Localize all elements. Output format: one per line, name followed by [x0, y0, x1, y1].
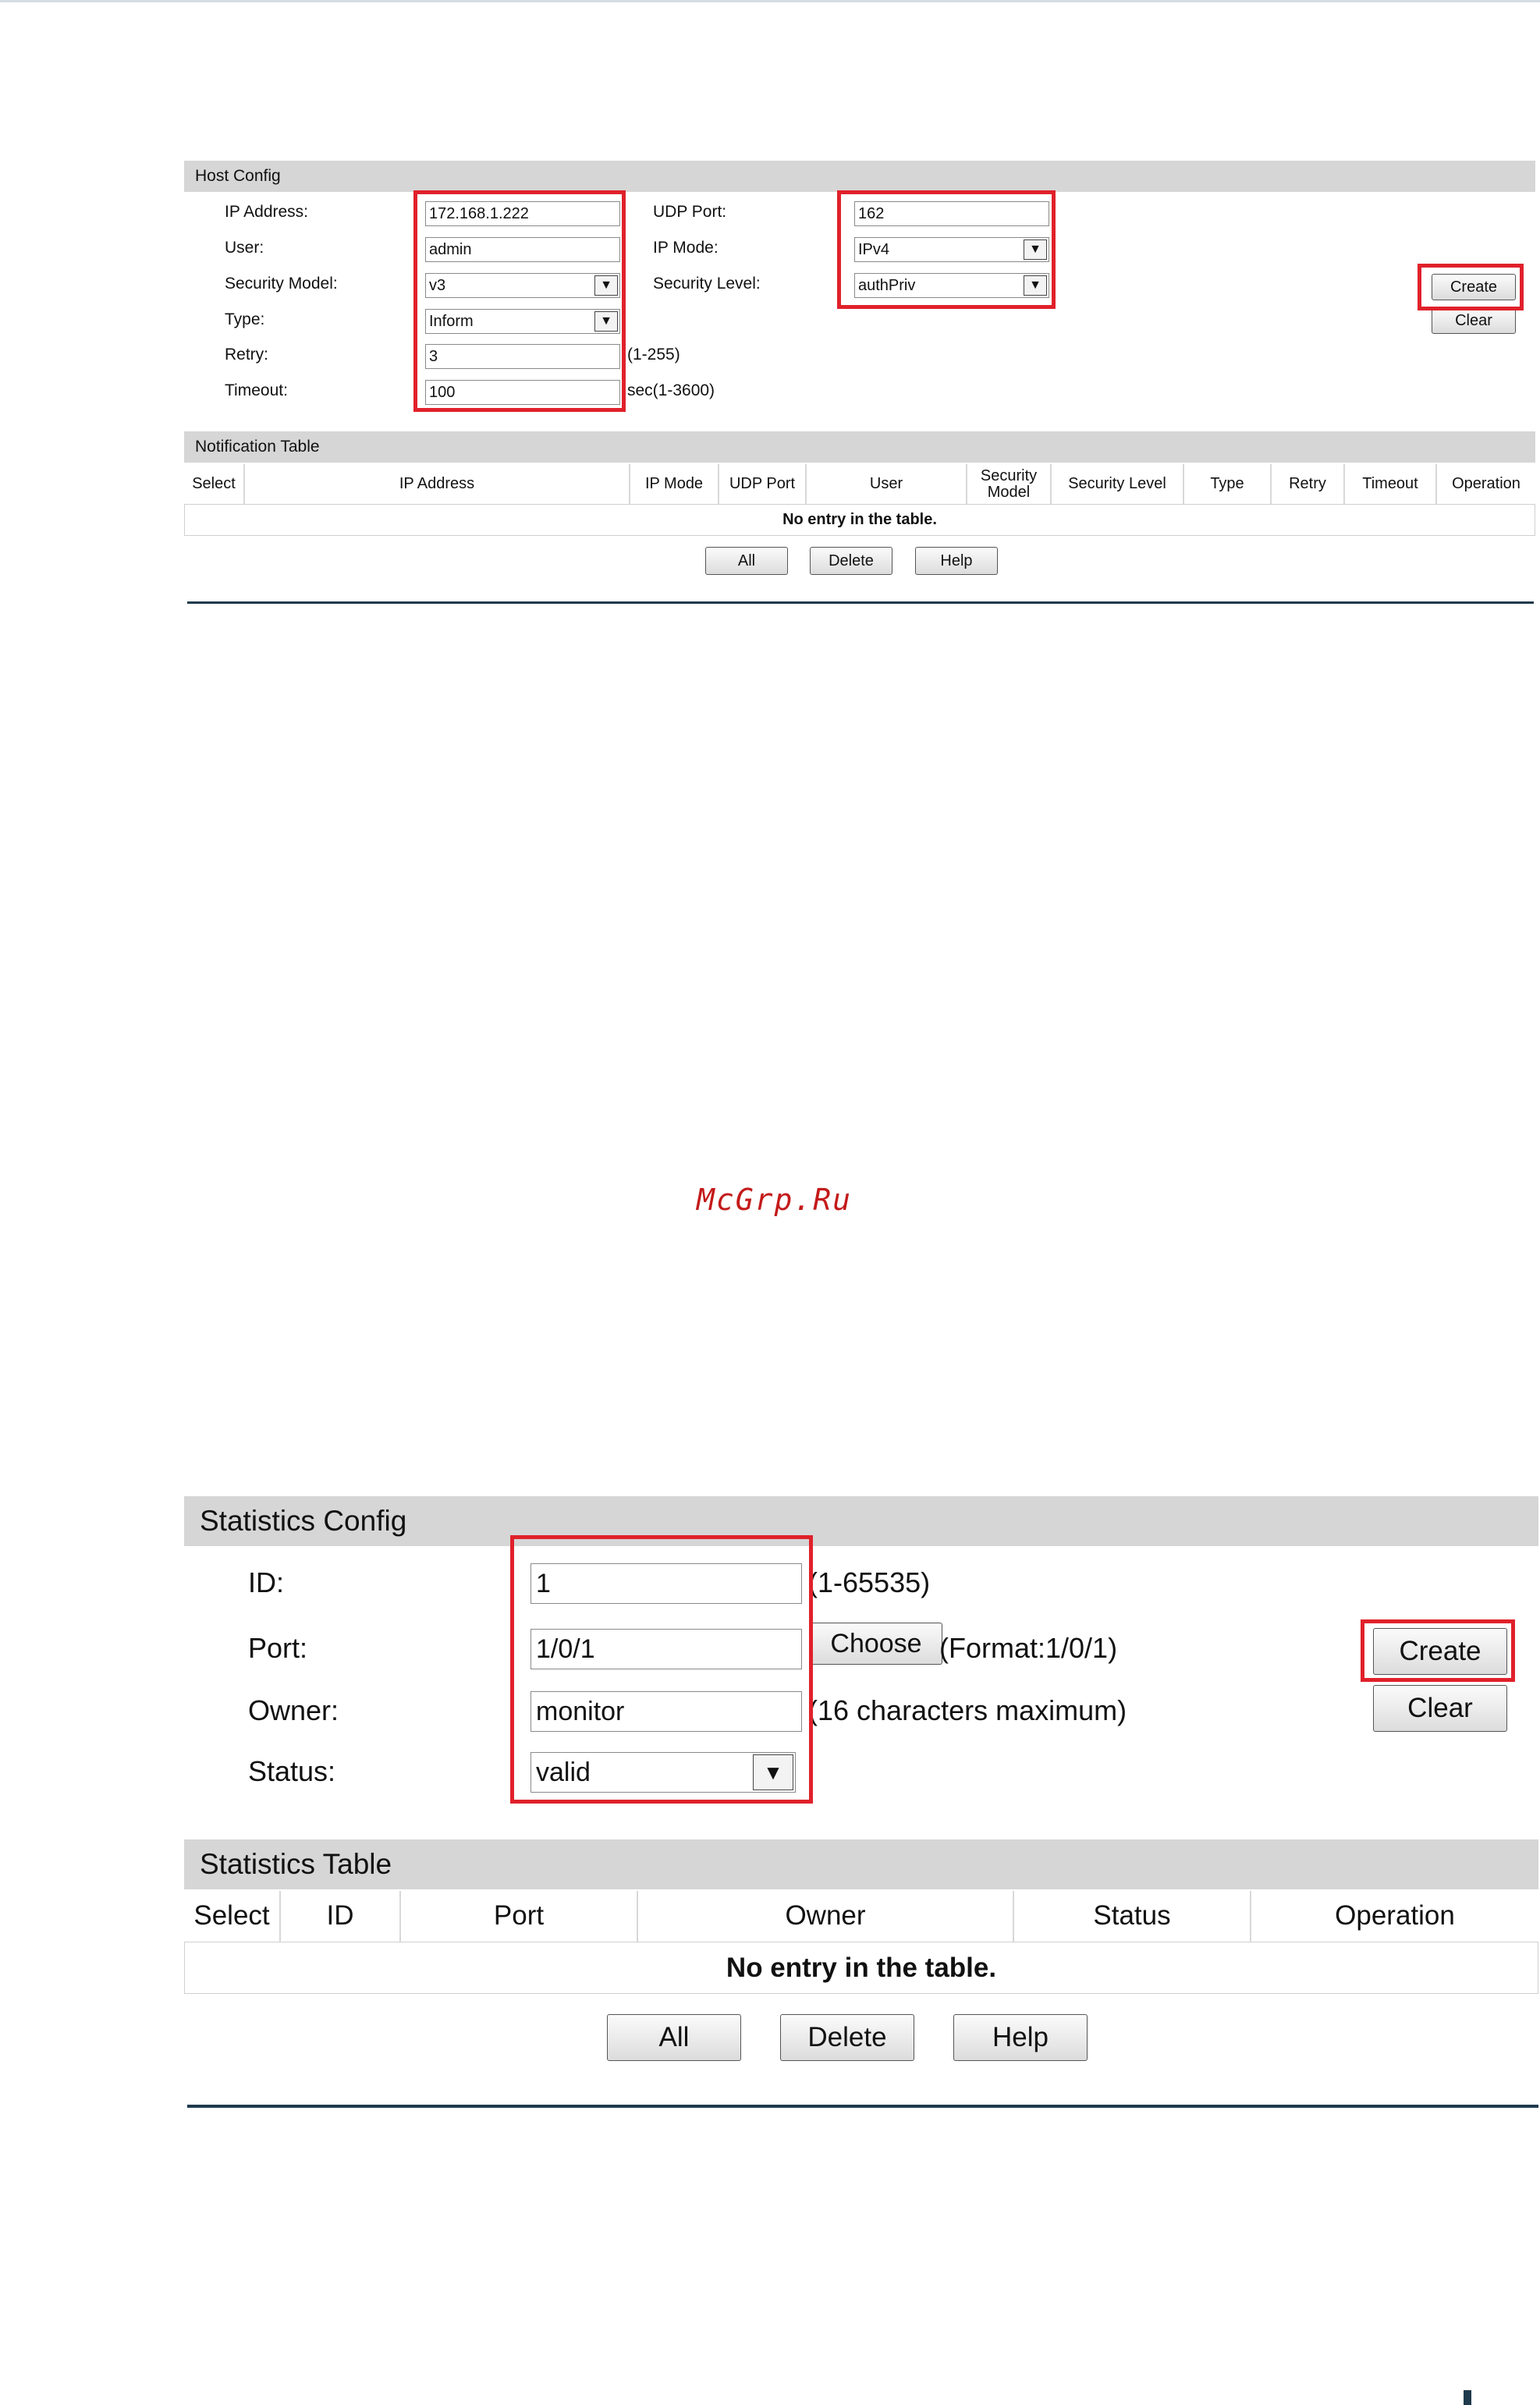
security-level-value: authPriv — [858, 277, 916, 294]
stat-port-label: Port: — [248, 1632, 308, 1664]
security-model-label: Security Model: — [225, 275, 338, 293]
stat-delete-button[interactable]: Delete — [780, 2014, 914, 2061]
col-timeout: Timeout — [1345, 464, 1437, 504]
host-clear-button[interactable]: Clear — [1432, 307, 1516, 334]
ip-mode-select[interactable]: IPv4 ▼ — [854, 237, 1049, 262]
stat-help-button[interactable]: Help — [953, 2014, 1088, 2061]
notification-table-columns: Select IP Address IP Mode UDP Port User … — [184, 464, 1535, 505]
statistics-table-empty: No entry in the table. — [184, 1942, 1538, 1994]
ip-mode-value: IPv4 — [858, 241, 890, 258]
col-ip-mode: IP Mode — [630, 464, 719, 504]
security-model-select[interactable]: v3 ▼ — [425, 273, 620, 298]
ip-address-input[interactable]: 172.168.1.222 — [425, 201, 620, 226]
user-input[interactable]: admin — [425, 237, 620, 262]
chevron-down-icon[interactable]: ▼ — [1024, 275, 1047, 296]
stat-clear-button[interactable]: Clear — [1373, 1685, 1507, 1732]
timeout-input[interactable]: 100 — [425, 380, 620, 405]
stat-owner-hint: (16 characters maximum) — [808, 1694, 1127, 1726]
notification-table-title: Notification Table — [195, 438, 320, 456]
ip-address-label: IP Address: — [225, 203, 309, 221]
stat-create-button[interactable]: Create — [1373, 1628, 1507, 1675]
col-user: User — [807, 464, 967, 504]
user-label: User: — [225, 239, 264, 257]
stat-owner-label: Owner: — [248, 1694, 339, 1726]
stat-col-operation: Operation — [1335, 1900, 1455, 1931]
notification-table-header: Notification Table — [184, 431, 1535, 463]
statistics-table-header: Statistics Table — [184, 1839, 1538, 1889]
notification-delete-button[interactable]: Delete — [810, 547, 892, 575]
statistics-config-header: Statistics Config — [184, 1496, 1538, 1546]
col-type: Type — [1184, 464, 1272, 504]
stat-col-status: Status — [1014, 1891, 1251, 1942]
section-divider-bottom — [187, 2105, 1538, 2108]
retry-hint: (1-255) — [627, 346, 680, 364]
udp-port-input[interactable]: 162 — [854, 201, 1049, 226]
section-divider-top — [187, 601, 1534, 604]
security-level-select[interactable]: authPriv ▼ — [854, 273, 1049, 298]
timeout-hint: sec(1-3600) — [627, 381, 715, 399]
host-config-title: Host Config — [195, 167, 281, 185]
stat-port-hint: (Format:1/0/1) — [939, 1632, 1118, 1664]
chevron-down-icon[interactable]: ▼ — [753, 1754, 793, 1790]
stat-status-label: Status: — [248, 1755, 336, 1787]
col-select: Select — [184, 464, 245, 504]
col-security-model: Security Model — [967, 464, 1052, 504]
notification-all-button[interactable]: All — [705, 547, 788, 575]
col-ip-address: IP Address — [245, 464, 630, 504]
udp-port-label: UDP Port: — [653, 203, 727, 221]
chevron-down-icon[interactable]: ▼ — [1024, 239, 1047, 260]
retry-label: Retry: — [225, 346, 269, 364]
statistics-config-title: Statistics Config — [200, 1505, 407, 1537]
stat-col-port: Port — [401, 1891, 638, 1942]
stat-id-hint: (1-65535) — [808, 1566, 931, 1598]
chevron-down-icon[interactable]: ▼ — [594, 275, 618, 296]
stat-id-label: ID: — [248, 1566, 285, 1598]
stat-owner-input[interactable]: monitor — [530, 1691, 802, 1732]
stat-status-value: valid — [536, 1758, 591, 1787]
statistics-table-title: Statistics Table — [200, 1848, 392, 1880]
stat-col-id: ID — [281, 1891, 401, 1942]
stat-col-select: Select — [184, 1891, 281, 1942]
timeout-label: Timeout: — [225, 381, 288, 399]
host-config-header: Host Config — [184, 161, 1535, 192]
stat-id-input[interactable]: 1 — [530, 1563, 802, 1604]
square-bullet-icon — [1464, 2390, 1471, 2405]
stat-col-owner: Owner — [638, 1891, 1014, 1942]
stat-status-select[interactable]: valid ▼ — [530, 1752, 796, 1793]
col-udp-port: UDP Port — [719, 464, 807, 504]
watermark: McGrp.Ru — [697, 1183, 853, 1217]
type-value: Inform — [429, 313, 474, 330]
notification-table-empty: No entry in the table. — [184, 505, 1535, 536]
type-select[interactable]: Inform ▼ — [425, 309, 620, 334]
col-operation: Operation — [1452, 475, 1520, 492]
col-security-level: Security Level — [1052, 464, 1184, 504]
stat-choose-button[interactable]: Choose — [810, 1623, 942, 1665]
retry-input[interactable]: 3 — [425, 344, 620, 369]
stat-all-button[interactable]: All — [607, 2014, 741, 2061]
top-border — [0, 0, 1540, 2]
notification-help-button[interactable]: Help — [915, 547, 998, 575]
stat-port-input[interactable]: 1/0/1 — [530, 1629, 802, 1669]
type-label: Type: — [225, 310, 265, 328]
chevron-down-icon[interactable]: ▼ — [594, 311, 618, 332]
ip-mode-label: IP Mode: — [653, 239, 719, 257]
security-level-label: Security Level: — [653, 275, 761, 293]
statistics-table-columns: Select ID Port Owner Status Operation — [184, 1891, 1538, 1942]
col-retry: Retry — [1272, 464, 1345, 504]
host-create-button[interactable]: Create — [1432, 274, 1516, 300]
security-model-value: v3 — [429, 277, 446, 294]
